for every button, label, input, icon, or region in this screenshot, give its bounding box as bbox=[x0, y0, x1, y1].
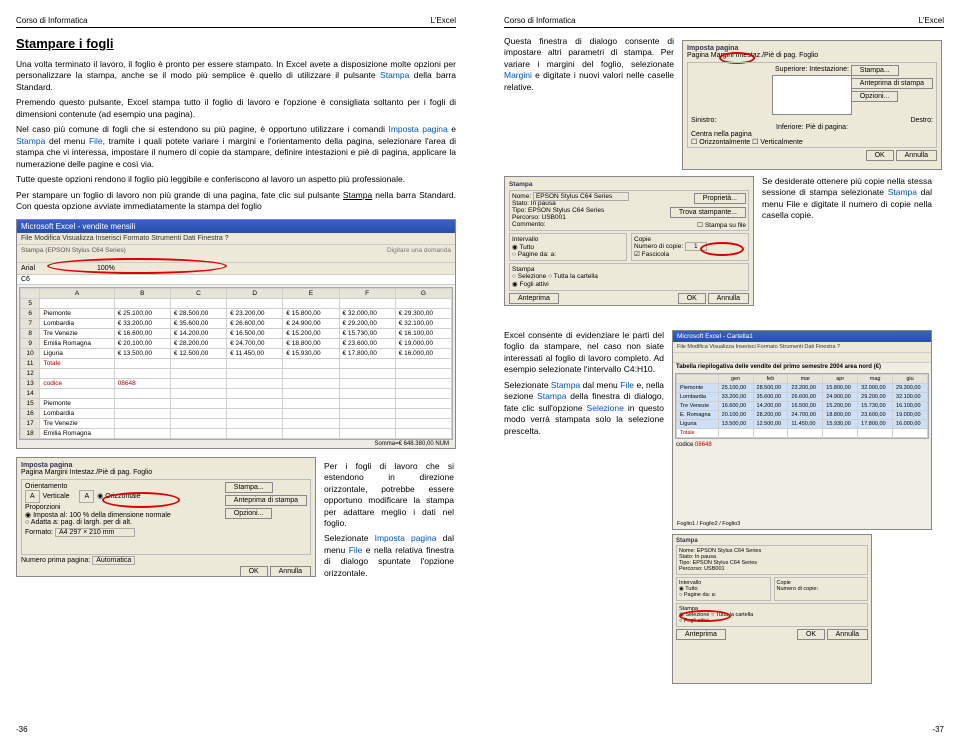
stampa-button[interactable]: Stampa... bbox=[225, 482, 273, 493]
section-title: Stampare i fogli bbox=[16, 36, 456, 51]
left-page: Corso di Informatica L'Excel Stampare i … bbox=[0, 0, 480, 746]
para-2: Premendo questo pulsante, Excel stampa t… bbox=[16, 97, 456, 120]
stampa-dialog: Stampa Nome: EPSON Stylus C64 Series Pro… bbox=[504, 176, 754, 306]
excel-grid: ABCDEFG 56Piemonte€ 25.100,00€ 28.500,00… bbox=[19, 287, 453, 440]
right-para-3: Excel consente di evidenziare le parti d… bbox=[504, 330, 664, 376]
right-para-2: Se desiderate ottenere più copie nella s… bbox=[762, 176, 932, 222]
right-page: Corso di Informatica L'Excel Questa fine… bbox=[480, 0, 960, 746]
topic-label: L'Excel bbox=[430, 16, 456, 25]
imposta-margini-dialog: Imposta pagina Pagina Margini Intestaz./… bbox=[682, 40, 942, 170]
para-1: Una volta terminato il lavoro, il foglio… bbox=[16, 59, 456, 93]
anteprima-button[interactable]: Anteprima di stampa bbox=[225, 495, 307, 506]
para-3: Nel caso più comune di fogli che si este… bbox=[16, 124, 456, 170]
stampa-term: Stampa bbox=[380, 70, 409, 80]
right-para-1: Questa finestra di dialogo consente di i… bbox=[504, 36, 674, 93]
page-number-right: -37 bbox=[932, 725, 944, 734]
opzioni-button[interactable]: Opzioni... bbox=[225, 508, 273, 519]
imposta-pagina-dialog: Imposta pagina Pagina Margini Intestaz./… bbox=[16, 457, 316, 577]
page-number-left: -36 bbox=[16, 725, 28, 734]
excel-small-screenshot: Microsoft Excel - Cartella1 File Modific… bbox=[672, 330, 932, 530]
para-4: Tutte queste opzioni rendono il foglio p… bbox=[16, 174, 456, 185]
annulla-button[interactable]: Annulla bbox=[270, 566, 311, 577]
excel-menubar: File Modifica Visualizza Inserisci Forma… bbox=[17, 233, 455, 245]
side-text: Per i fogli di lavoro che si estendono i… bbox=[324, 453, 454, 584]
header-right: Corso di Informatica L'Excel bbox=[504, 16, 944, 28]
excel-screenshot: Microsoft Excel - vendite mensili File M… bbox=[16, 219, 456, 449]
course-label: Corso di Informatica bbox=[16, 16, 88, 25]
statusbar: Somma=€ 648.380,00 NUM bbox=[374, 441, 449, 447]
ok-button[interactable]: OK bbox=[240, 566, 268, 577]
right-para-3b: Selezionate Stampa dal menu File e, nell… bbox=[504, 380, 664, 437]
para-5: Per stampare un foglio di lavoro non più… bbox=[16, 190, 456, 213]
stampa-small-dialog: Stampa Nome: EPSON Stylus C64 Series Sta… bbox=[672, 534, 872, 684]
excel-titlebar: Microsoft Excel - vendite mensili bbox=[17, 220, 455, 233]
header-left: Corso di Informatica L'Excel bbox=[16, 16, 456, 28]
